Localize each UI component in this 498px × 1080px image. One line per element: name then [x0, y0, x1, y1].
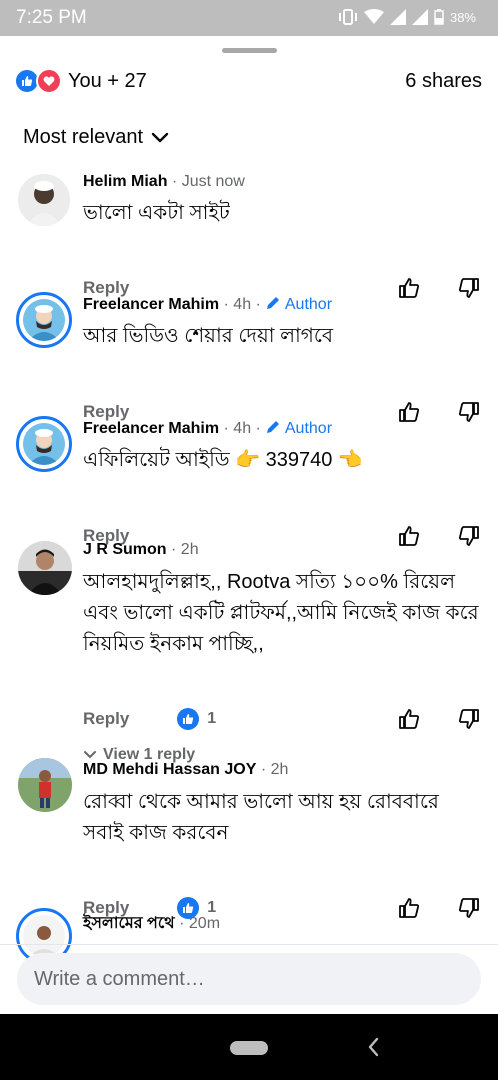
composer-divider — [0, 944, 498, 945]
signal-icon-2 — [411, 9, 428, 25]
commenter-name[interactable]: ইসলামের পথে — [83, 915, 175, 932]
commenter-name[interactable]: Freelancer Mahim — [83, 420, 219, 437]
thumbs-up-icon[interactable] — [398, 525, 420, 547]
commenter-name[interactable]: Freelancer Mahim — [83, 296, 219, 313]
comment-text: আর ভিডিও শেয়ার দেয়া লাগবে — [83, 325, 334, 347]
sort-label: Most relevant — [23, 126, 144, 148]
sheet-handle[interactable] — [222, 48, 277, 53]
thumbs-up-icon[interactable] — [398, 897, 420, 919]
reaction-icons[interactable] — [14, 68, 62, 94]
comment-time: · 20m — [179, 915, 221, 932]
thumbs-down-icon[interactable] — [458, 525, 480, 547]
author-badge: Author — [284, 296, 333, 313]
avatar[interactable] — [18, 541, 72, 595]
comment-time: · 4h · — [223, 296, 261, 313]
comment-time: · Just now — [171, 173, 245, 190]
thumbs-down-icon[interactable] — [458, 708, 480, 730]
home-pill-icon[interactable] — [230, 1041, 268, 1055]
commenter-name[interactable]: Helim Miah — [83, 173, 167, 190]
battery-level: 38% — [449, 9, 476, 25]
signal-icon — [389, 9, 406, 25]
system-nav-bar — [0, 1014, 498, 1080]
comment-time: · 2h — [260, 761, 289, 778]
avatar[interactable] — [16, 292, 72, 348]
wifi-icon — [363, 9, 384, 24]
like-reaction-icon — [177, 708, 200, 730]
comment-time: · 4h · — [223, 420, 261, 437]
reactions-bar: You + 27 6 shares — [14, 66, 482, 96]
comment-text: ভালো একটা সাইট — [83, 202, 230, 224]
comment-text: রোব্বা থেকে আমার ভালো আয় হয় রোববারে সব… — [83, 791, 439, 844]
commenter-name[interactable]: MD Mehdi Hassan JOY — [83, 761, 256, 778]
love-reaction-icon — [36, 68, 62, 94]
author-badge: Author — [284, 420, 333, 437]
vibrate-icon — [338, 9, 357, 25]
pencil-icon — [267, 421, 280, 433]
reply-button[interactable]: Reply — [83, 709, 129, 729]
sort-dropdown[interactable]: Most relevant — [23, 126, 169, 149]
shares-count[interactable]: 6 shares — [405, 70, 482, 93]
avatar[interactable] — [18, 174, 70, 226]
comments-sheet: You + 27 6 shares Most relevant Helim Mi… — [0, 36, 498, 1014]
thumbs-up-icon[interactable] — [398, 708, 420, 730]
comment-composer — [17, 953, 481, 1005]
battery-icon — [434, 9, 444, 25]
thumbs-down-icon[interactable] — [458, 897, 480, 919]
comment-text: আলহামদুলিল্লাহ,, Rootva সত্যি ১০০% রিয়ে… — [83, 571, 479, 655]
thumbs-up-icon[interactable] — [398, 401, 420, 423]
comment-time: · 2h — [171, 541, 199, 558]
avatar[interactable] — [16, 416, 72, 472]
comment-text: এফিলিয়েট আইডি 👉 339740 👈 — [83, 449, 363, 471]
pencil-icon — [267, 297, 280, 309]
reaction-count[interactable]: You + 27 — [68, 70, 147, 93]
status-time: 7:25 PM — [16, 7, 87, 28]
back-icon[interactable] — [366, 1036, 380, 1058]
thumbs-down-icon[interactable] — [458, 277, 480, 299]
comment-input[interactable] — [17, 953, 481, 1005]
thumbs-up-icon[interactable] — [398, 277, 420, 299]
comment-like-count[interactable]: 1 — [177, 708, 216, 730]
status-bar: 7:25 PM 38% — [0, 0, 498, 36]
like-count: 1 — [207, 710, 217, 727]
commenter-name[interactable]: J R Sumon — [83, 541, 167, 558]
thumbs-down-icon[interactable] — [458, 401, 480, 423]
chevron-down-icon — [151, 132, 169, 142]
chevron-down-icon — [84, 751, 96, 759]
avatar[interactable] — [18, 758, 72, 812]
